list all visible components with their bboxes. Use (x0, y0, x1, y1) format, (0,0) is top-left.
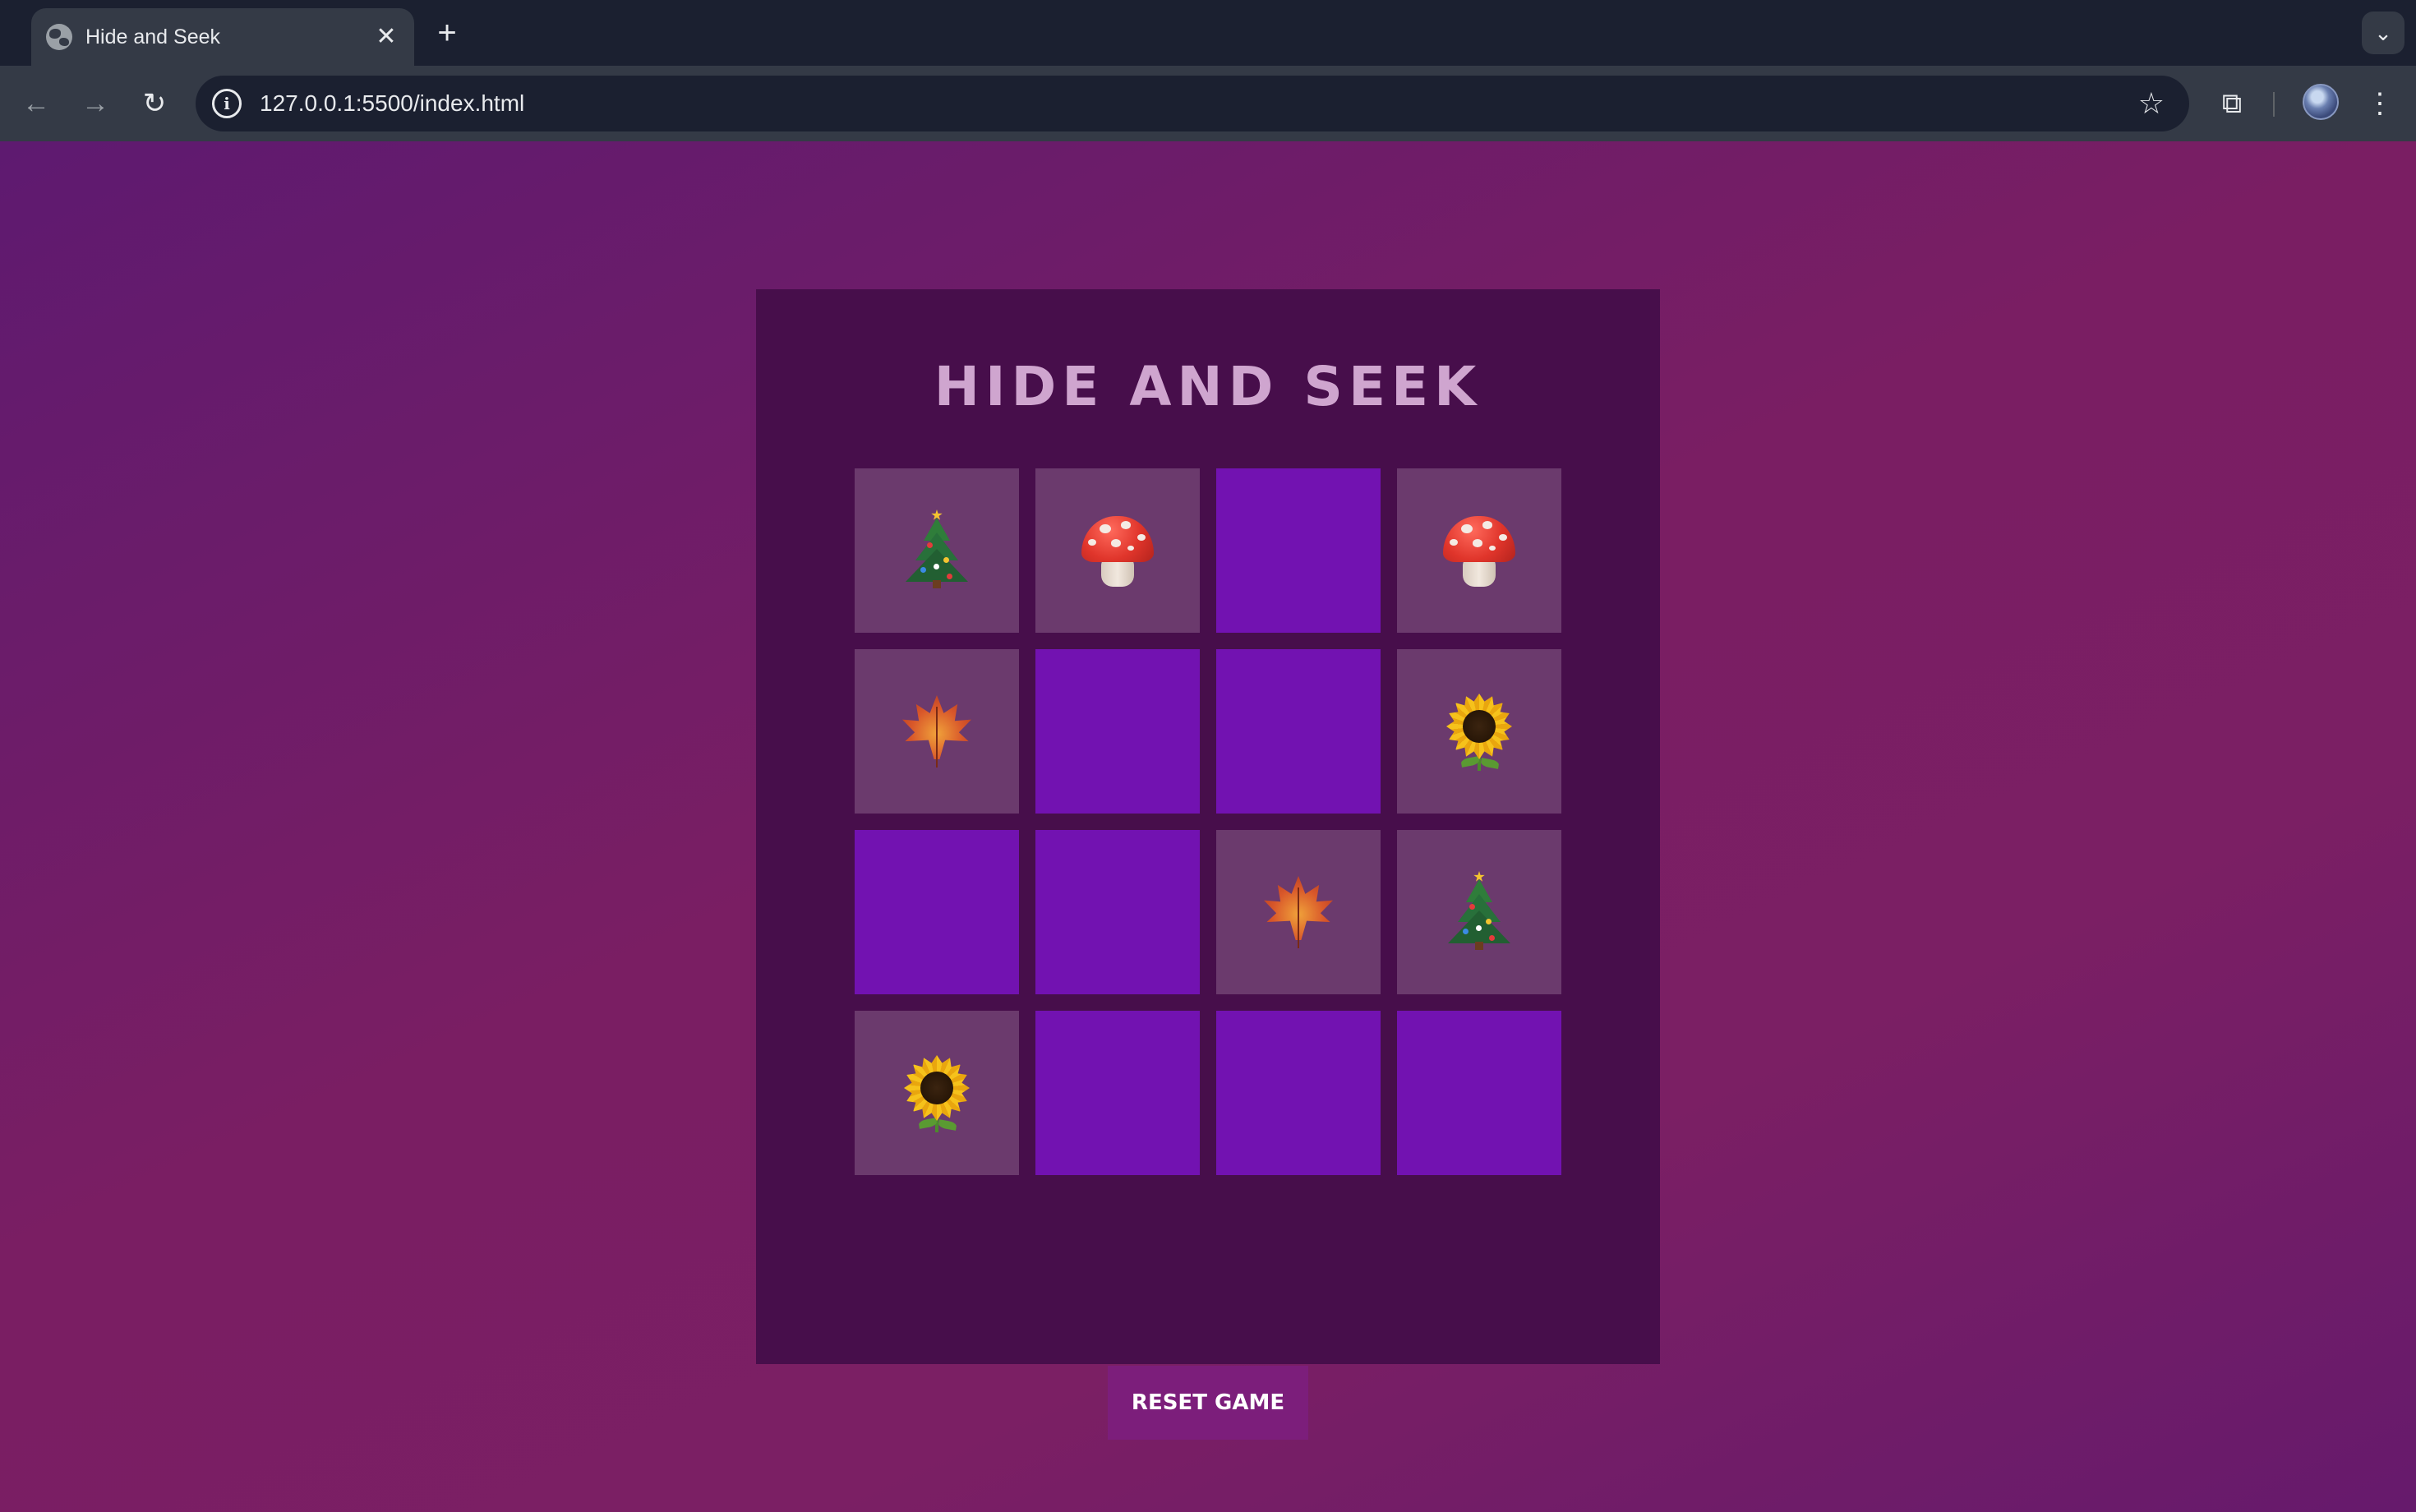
grid-cell-10[interactable] (1035, 830, 1200, 994)
page-viewport: HIDE AND SEEK RESET GAME (0, 141, 2416, 1512)
grid-cell-14[interactable] (1035, 1011, 1200, 1175)
maple-leaf-icon (1257, 871, 1339, 953)
grid-cell-7[interactable] (1216, 649, 1381, 814)
mushroom-icon (1077, 509, 1159, 592)
tab-strip: Hide and Seek ✕ + ⌄ (0, 0, 2416, 66)
url-text[interactable]: 127.0.0.1:5500/index.html (260, 90, 2138, 117)
grid-cell-13[interactable] (855, 1011, 1019, 1175)
back-button[interactable]: ← (16, 84, 56, 123)
christmas-tree-icon (1438, 871, 1520, 953)
grid-cell-12[interactable] (1397, 830, 1561, 994)
browser-menu-icon[interactable]: ⋮ (2358, 82, 2401, 125)
grid-cell-6[interactable] (1035, 649, 1200, 814)
reset-game-button[interactable]: RESET GAME (1108, 1366, 1308, 1440)
game-grid (855, 468, 1561, 1175)
christmas-tree-icon (896, 509, 978, 592)
grid-cell-3[interactable] (1216, 468, 1381, 633)
tab-title: Hide and Seek (85, 25, 221, 48)
browser-tab[interactable]: Hide and Seek ✕ (31, 8, 414, 66)
tab-search-button[interactable]: ⌄ (2362, 12, 2404, 54)
extensions-icon[interactable]: ⧉ (2211, 82, 2253, 125)
grid-cell-8[interactable] (1397, 649, 1561, 814)
maple-leaf-icon (896, 690, 978, 772)
globe-icon (46, 24, 72, 50)
sunflower-icon (1438, 690, 1520, 772)
reload-button[interactable]: ↻ (135, 84, 174, 123)
grid-cell-5[interactable] (855, 649, 1019, 814)
grid-cell-9[interactable] (855, 830, 1019, 994)
mushroom-icon (1438, 509, 1520, 592)
toolbar-divider (2273, 92, 2275, 117)
grid-cell-11[interactable] (1216, 830, 1381, 994)
forward-button[interactable]: → (76, 84, 115, 123)
grid-cell-4[interactable] (1397, 468, 1561, 633)
sunflower-icon (896, 1052, 978, 1134)
grid-cell-1[interactable] (855, 468, 1019, 633)
browser-toolbar: ← → ↻ i 127.0.0.1:5500/index.html ☆ ⧉ ⋮ (0, 66, 2416, 141)
close-tab-icon[interactable]: ✕ (370, 21, 403, 53)
grid-cell-16[interactable] (1397, 1011, 1561, 1175)
new-tab-button[interactable]: + (429, 15, 465, 51)
grid-cell-2[interactable] (1035, 468, 1200, 633)
profile-avatar[interactable] (2303, 84, 2339, 120)
game-card: HIDE AND SEEK RESET GAME (756, 289, 1660, 1440)
bookmark-star-icon[interactable]: ☆ (2138, 86, 2165, 121)
grid-cell-15[interactable] (1216, 1011, 1381, 1175)
site-info-icon[interactable]: i (212, 89, 242, 118)
game-title: HIDE AND SEEK (934, 355, 1482, 418)
address-bar[interactable]: i 127.0.0.1:5500/index.html ☆ (196, 76, 2189, 131)
